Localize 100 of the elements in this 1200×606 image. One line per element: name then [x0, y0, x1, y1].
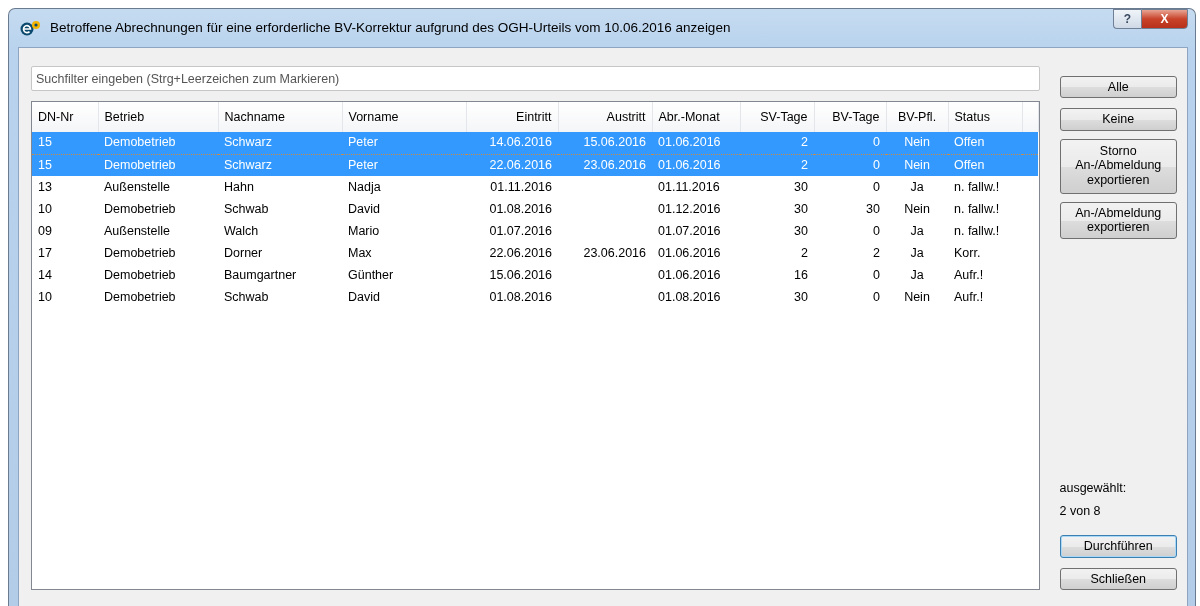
table-cell-text: Aufr.! [953, 288, 985, 306]
table-cell-text: 0 [872, 266, 881, 284]
table-cell: Hahn [218, 176, 342, 198]
column-header[interactable]: Nachname [218, 102, 342, 132]
table-cell: Peter [342, 132, 466, 154]
close-button[interactable]: X [1141, 9, 1188, 29]
table-cell-text: 01.07.2016 [488, 222, 553, 240]
table-cell: 2 [740, 132, 814, 154]
action-button[interactable]: Alle [1059, 76, 1177, 99]
table-cell-text: 01.08.2016 [488, 288, 553, 306]
app-logo-icon [20, 20, 42, 36]
table-cell-text: Baumgartner [223, 266, 298, 284]
table-cell: 15 [32, 132, 98, 154]
table-cell-text: Demobetrieb [103, 266, 177, 284]
table-cell-text: 30 [865, 200, 881, 218]
column-header[interactable]: Status [948, 102, 1022, 132]
action-button[interactable]: Keine [1059, 108, 1177, 131]
column-header[interactable]: Betrieb [98, 102, 218, 132]
action-button[interactable]: Storno An-/Abmeldung exportieren [1059, 138, 1177, 194]
selection-label: ausgewählt: [1059, 480, 1128, 497]
table-cell: Außenstelle [98, 176, 218, 198]
table-cell-text: 10 [37, 200, 53, 218]
table-cell-text: Nein [903, 200, 931, 218]
column-header[interactable]: BV-Pfl. [886, 102, 948, 132]
table-cell-text: n. fallw.! [953, 222, 1001, 240]
table-cell-text: David [347, 288, 381, 306]
table-cell: 23.06.2016 [558, 154, 652, 176]
table-cell: Schwarz [218, 132, 342, 154]
table-cell-text: 01.08.2016 [488, 200, 553, 218]
table-cell-text: 23.06.2016 [582, 244, 647, 262]
table-cell: 01.11.2016 [652, 176, 740, 198]
table-cell-text: Dorner [223, 244, 264, 262]
table-cell-text: Korr. [953, 244, 982, 262]
table-cell: 01.06.2016 [652, 132, 740, 154]
column-header[interactable]: DN-Nr [32, 102, 98, 132]
table-cell-text: 2 [800, 244, 809, 262]
table-cell-text: David [347, 200, 381, 218]
table-cell-text: Schwab [223, 200, 270, 218]
column-header[interactable]: BV-Tage [814, 102, 886, 132]
table-cell-text: 16 [793, 266, 809, 284]
table-cell-text: 01.06.2016 [657, 266, 722, 284]
column-header[interactable]: Austritt [558, 102, 652, 132]
table-cell-text: Günther [347, 266, 395, 284]
column-header[interactable]: SV-Tage [740, 102, 814, 132]
table-cell-text: Schwab [223, 288, 270, 306]
table-cell-text: n. fallw.! [953, 200, 1001, 218]
table-cell: 22.06.2016 [466, 154, 558, 176]
table-cell: 30 [740, 176, 814, 198]
table-cell-text: 0 [872, 288, 881, 306]
table-cell: 13 [32, 176, 98, 198]
table-cell-text: 0 [872, 222, 881, 240]
window-title: Betroffene Abrechnungen für eine erforderliche BV-Korrektur aufgrund des OGH-Urteils vom 10.06.2016 anzeigen [50, 18, 731, 37]
table-cell-text: 01.12.2016 [657, 200, 722, 218]
table-cell-text: 30 [793, 200, 809, 218]
table-cell-text: Ja [909, 222, 925, 240]
table-cell: Demobetrieb [98, 132, 218, 154]
table-cell: Schwarz [218, 154, 342, 176]
column-header[interactable]: Eintritt [466, 102, 558, 132]
table-cell: 2 [740, 154, 814, 176]
table-cell: Offen [948, 132, 1022, 154]
table-cell-text: 01.08.2016 [657, 288, 722, 306]
table-cell-text: 01.06.2016 [657, 244, 722, 262]
table-cell: n. fallw.! [948, 176, 1022, 198]
table-cell-text: 17 [37, 244, 53, 262]
table-cell: 0 [814, 132, 886, 154]
table-cell: Nein [886, 154, 948, 176]
action-button[interactable]: An-/Abmeldung exportieren [1059, 201, 1177, 239]
column-header[interactable]: Vorname [342, 102, 466, 132]
table-cell-text: Aufr.! [953, 266, 985, 284]
table-cell: Nein [886, 132, 948, 154]
action-button[interactable]: Durchführen [1059, 535, 1177, 558]
table-cell-text: Ja [909, 244, 925, 262]
table-cell-text: Demobetrieb [103, 200, 177, 218]
table-cell: 01.06.2016 [652, 154, 740, 176]
table-cell-text: Nein [903, 288, 931, 306]
table-cell-text: 30 [793, 222, 809, 240]
selection-count: 2 von 8 [1059, 503, 1102, 520]
column-header[interactable]: Abr.-Monat [652, 102, 740, 132]
table-cell: Offen [948, 154, 1022, 176]
table-cell: 0 [814, 176, 886, 198]
table-cell-text: Außenstelle [103, 222, 171, 240]
table-cell-text: 15.06.2016 [488, 266, 553, 284]
table-cell: 14.06.2016 [466, 132, 558, 154]
help-button[interactable]: ? [1113, 9, 1141, 29]
search-field[interactable]: Suchfilter eingeben (Strg+Leerzeichen zum Markieren) [31, 66, 1040, 91]
table-cell: Ja [886, 176, 948, 198]
table-cell-text: 01.07.2016 [657, 222, 722, 240]
table-cell: 01.11.2016 [466, 176, 558, 198]
table-cell-text: Ja [909, 266, 925, 284]
table-cell-text: Mario [347, 222, 381, 240]
table-cell: 0 [814, 154, 886, 176]
table-cell-text: Walch [223, 222, 260, 240]
table-cell-text: 10 [37, 288, 53, 306]
table-cell-text: Demobetrieb [103, 288, 177, 306]
table-cell: Peter [342, 154, 466, 176]
table-cell: Demobetrieb [98, 154, 218, 176]
action-button[interactable]: Schließen [1059, 567, 1177, 590]
table-cell-text: 22.06.2016 [488, 244, 553, 262]
table-cell-text: Max [347, 244, 373, 262]
table-cell-text: 30 [793, 288, 809, 306]
